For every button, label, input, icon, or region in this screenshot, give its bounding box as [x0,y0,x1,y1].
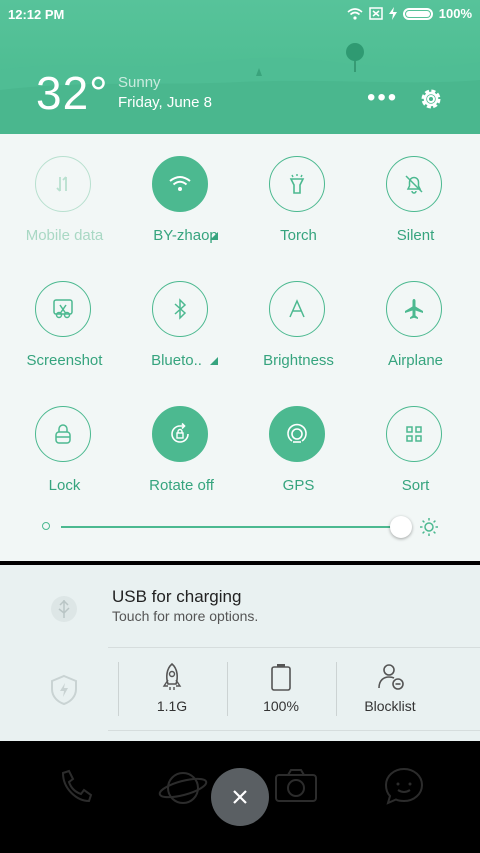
no-sim-icon [369,7,383,20]
quick-settings-panel: Mobile data BY-zhaop Torch Silent Screen… [0,134,480,561]
tile-label: Screenshot [26,352,103,369]
notification-subtitle[interactable]: Touch for more options. [112,608,258,624]
brightness-a-icon [269,281,325,337]
tile-label: GPS [282,477,315,494]
notification-area: USB for charging Touch for more options.… [0,565,480,741]
bell-off-icon [386,156,442,212]
bluetooth-icon [152,281,208,337]
tile-label: Torch [280,227,317,244]
tile-label: Silent [396,227,435,244]
tile-label: Blueto.. [151,352,202,369]
expand-triangle-icon [210,232,218,240]
camera-icon[interactable] [273,767,319,805]
battery-icon [402,7,433,20]
lock-icon [35,406,91,462]
tile-bluetooth[interactable]: Blueto.. [123,259,240,369]
tile-label: Lock [48,477,81,494]
tile-mobile-data[interactable]: Mobile data [6,134,123,244]
tile-label: Mobile data [25,227,104,244]
usb-icon [51,596,77,622]
notification-header: 12:12 PM 100% 32° Sunny Friday, June 8 •… [0,0,480,134]
tile-wifi[interactable]: BY-zhaop [123,134,240,244]
tile-torch[interactable]: Torch [240,134,357,244]
divider [108,647,480,648]
temperature: 32° [36,67,109,119]
gps-icon [269,406,325,462]
tile-airplane[interactable]: Airplane [357,259,474,369]
tile-brightness[interactable]: Brightness [240,259,357,369]
date-label: Friday, June 8 [118,94,212,111]
charging-icon [388,7,397,20]
browser-planet-icon[interactable] [157,765,209,811]
blocklist-value: Blocklist [364,698,416,714]
blocklist-stat[interactable]: Blocklist [336,662,444,718]
tile-label: Airplane [387,352,444,369]
battery-percent: 100% [438,6,472,21]
tile-lock[interactable]: Lock [6,384,123,494]
tile-label: Brightness [263,352,334,369]
brightness-slider-track[interactable] [61,526,397,528]
battery-stat[interactable]: 100% [227,662,335,718]
tile-gps[interactable]: GPS [240,384,357,494]
tile-screenshot[interactable]: Screenshot [6,259,123,369]
tile-rotate[interactable]: Rotate off [123,384,240,494]
wifi-icon [152,156,208,212]
notification-title[interactable]: USB for charging [112,587,241,607]
brightness-min-icon [42,522,50,530]
status-bar: 12:12 PM 100% [0,0,480,28]
status-time: 12:12 PM [8,7,65,22]
tile-sort[interactable]: Sort [357,384,474,494]
tile-silent[interactable]: Silent [357,134,474,244]
torch-icon [269,156,325,212]
divider [108,730,480,731]
airplane-icon [386,281,442,337]
messaging-icon[interactable] [382,765,426,809]
scissors-icon [35,281,91,337]
tile-label: Rotate off [149,477,214,494]
weather-condition: Sunny [118,74,161,91]
rotate-icon [152,406,208,462]
grid-icon [386,406,442,462]
user-block-icon [378,664,404,690]
brightness-max-icon [420,518,438,536]
settings-gear-icon[interactable] [418,86,444,112]
more-options-icon[interactable]: ••• [367,86,398,110]
security-shield-icon[interactable] [48,673,80,707]
mobile-data-icon [35,156,91,212]
tile-label: BY-zhaop [153,227,218,244]
close-icon [233,790,247,804]
memory-value: 1.1G [156,698,188,714]
memory-cleaner-stat[interactable]: 1.1G [118,662,226,718]
expand-triangle-icon [210,357,218,365]
brightness-slider-thumb[interactable] [390,516,412,538]
battery-icon [271,664,291,691]
phone-icon[interactable] [55,767,95,807]
close-button[interactable] [211,768,269,826]
tile-label: Sort [401,477,430,494]
battery-value: 100% [263,698,299,714]
rocket-icon [162,662,182,690]
wifi-status-icon [347,7,363,20]
status-icons: 100% [347,6,472,21]
